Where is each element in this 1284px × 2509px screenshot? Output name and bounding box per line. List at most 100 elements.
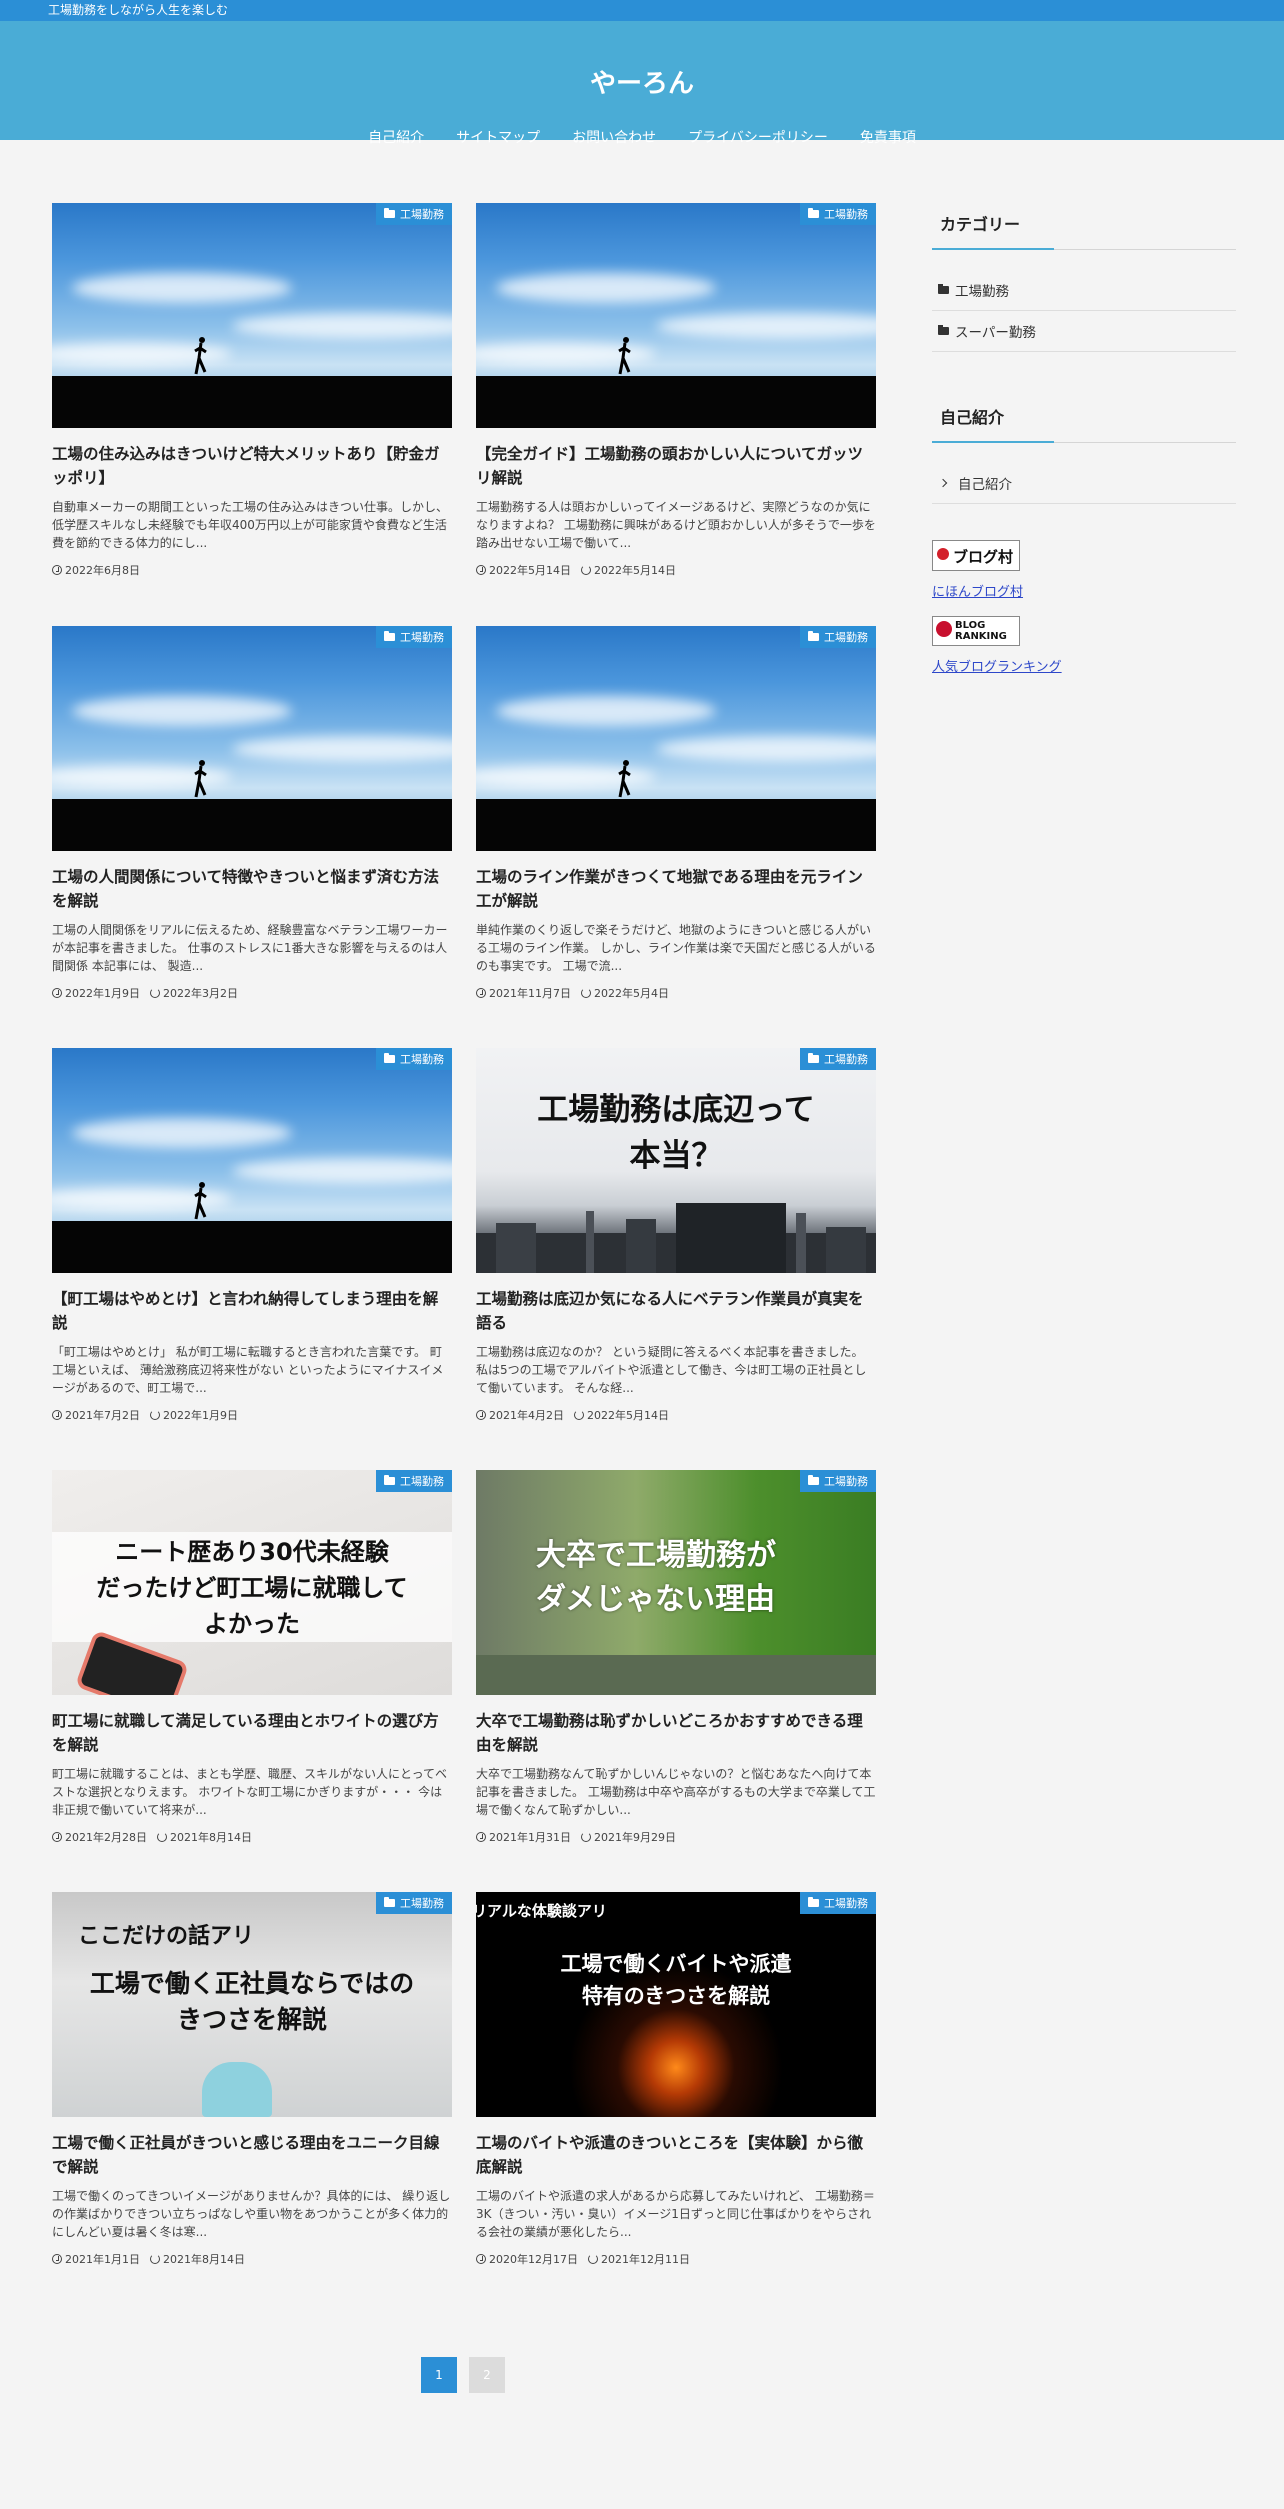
- folder-icon: [384, 1475, 395, 1485]
- category-badge[interactable]: 工場勤務: [800, 626, 876, 648]
- update-icon: [581, 565, 591, 575]
- post-meta: 2021年4月2日 2022年5月14日: [476, 1407, 876, 1423]
- runner-silhouette: [194, 760, 207, 798]
- thumbnail-text: 工場勤務は底辺って: [537, 1092, 815, 1128]
- post-meta: 2021年2月28日 2021年8月14日: [52, 1829, 452, 1845]
- post-title[interactable]: 町工場に就職して満足している理由とホワイトの選び方 を解説: [52, 1709, 452, 1757]
- thumbnail-text: 特有のきつさを解説: [581, 1984, 771, 2008]
- post-thumbnail[interactable]: 大卒で工場勤務が ダメじゃない理由 工場勤務: [476, 1470, 876, 1695]
- runner-silhouette: [618, 760, 631, 798]
- blog-ranking-link[interactable]: 人気ブログランキング: [932, 656, 1236, 675]
- chevron-right-icon: [938, 478, 948, 488]
- post-title[interactable]: 【完全ガイド】工場勤務の頭おかしい人についてガッツ リ解説: [476, 442, 876, 490]
- category-badge[interactable]: 工場勤務: [376, 626, 452, 648]
- runner-silhouette: [194, 1182, 207, 1220]
- post-excerpt: 工場勤務する人は頭おかしいってイメージあるけど、実際どうなのか気になりますよね？…: [476, 500, 876, 550]
- post-title[interactable]: 工場の住み込みはきついけど特大メリットあり【貯金ガ ッポリ】: [52, 442, 452, 490]
- blog-ranking-banner[interactable]: BLOG RANKING: [932, 616, 1020, 646]
- folder-icon: [384, 1053, 395, 1063]
- update-icon: [588, 2254, 598, 2264]
- post-thumbnail[interactable]: ここだけの話アリ 工場で働く正社員ならではの きつさを解説 工場勤務: [52, 1892, 452, 2117]
- update-icon: [574, 1410, 584, 1420]
- post-thumbnail[interactable]: 工場勤務: [52, 203, 452, 428]
- clock-icon: [52, 1832, 62, 1842]
- post-card[interactable]: 工場勤務 工場の人間関係について特徴やきついと悩まず済む方法 を解説 工場の人間関…: [52, 626, 452, 1001]
- post-meta: 2022年5月14日 2022年5月14日: [476, 562, 876, 578]
- page-1-button[interactable]: 1: [421, 2357, 457, 2393]
- widget-blog-banners: ブログ村 にほんブログ村 BLOG RANKING 人気ブログランキング: [932, 540, 1236, 675]
- post-card[interactable]: 工場勤務 【町工場はやめとけ】と言われ納得してしまう理由を解説 「町工場はやめと…: [52, 1048, 452, 1423]
- tagline: 工場勤務をしながら人生を楽しむ: [48, 3, 229, 17]
- category-badge[interactable]: 工場勤務: [376, 1048, 452, 1070]
- blogmura-banner[interactable]: ブログ村: [932, 540, 1020, 571]
- about-link[interactable]: 自己紹介: [932, 463, 1236, 504]
- post-thumbnail[interactable]: 工場勤務: [476, 203, 876, 428]
- post-excerpt: 工場勤務は底辺なのか？ という疑問に答えるべく本記事を書きました。 私は5つの工…: [476, 1345, 867, 1395]
- site-title[interactable]: やーろん: [0, 63, 1284, 100]
- post-excerpt: 大卒で工場勤務なんて恥ずかしいんじゃないの？と悩むあなたへ向けて本記事を書きまし…: [476, 1767, 876, 1817]
- blogmura-link[interactable]: にほんブログ村: [932, 581, 1236, 600]
- post-meta: 2021年1月1日 2021年8月14日: [52, 2251, 452, 2267]
- post-excerpt: 「町工場はやめとけ」 私が町工場に転職するとき言われた言葉です。 町工場といえば…: [52, 1345, 444, 1395]
- post-excerpt: 工場のバイトや派遣の求人があるから応募してみたいけれど、 工場勤務＝3K（きつい…: [476, 2189, 875, 2239]
- post-card[interactable]: 工場勤務は底辺って 本当？ 工場勤務 工場勤務は底辺か気になる人にベテラン作業員…: [476, 1048, 876, 1423]
- post-card[interactable]: 工場勤務 工場のライン作業がきつくて地獄である理由を元ライン 工が解説 単純作業の…: [476, 626, 876, 1001]
- folder-icon: [808, 1475, 819, 1485]
- post-card[interactable]: ここだけの話アリ 工場で働く正社員ならではの きつさを解説 工場勤務 工場で働く…: [52, 1892, 452, 2267]
- post-meta: 2022年1月9日 2022年3月2日: [52, 985, 452, 1001]
- update-icon: [150, 2254, 160, 2264]
- nav-disclaimer[interactable]: 免責事項: [844, 127, 932, 147]
- post-card[interactable]: ニート歴あり30代未経験 だったけど町工場に就職して よかった 工場勤務 町工場…: [52, 1470, 452, 1845]
- update-icon: [150, 1410, 160, 1420]
- category-badge[interactable]: 工場勤務: [376, 1470, 452, 1492]
- category-item-factory[interactable]: 工場勤務: [932, 270, 1236, 311]
- post-card[interactable]: 大卒で工場勤務が ダメじゃない理由 工場勤務 大卒で工場勤務は恥ずかしいどころか…: [476, 1470, 876, 1845]
- post-meta: 2021年7月2日 2022年1月9日: [52, 1407, 452, 1423]
- thumbnail-text: だったけど町工場に就職して: [96, 1574, 408, 1602]
- category-badge[interactable]: 工場勤務: [800, 1892, 876, 1914]
- post-thumbnail[interactable]: リアルな体験談アリ 工場で働くバイトや派遣 特有のきつさを解説 工場勤務: [476, 1892, 876, 2117]
- clock-icon: [476, 1832, 486, 1842]
- clock-icon: [476, 2254, 486, 2264]
- thumbnail-text: ダメじゃない理由: [536, 1582, 776, 1617]
- post-title[interactable]: 工場のライン作業がきつくて地獄である理由を元ライン 工が解説: [476, 865, 876, 913]
- post-meta: 2022年6月8日: [52, 562, 452, 578]
- category-badge[interactable]: 工場勤務: [800, 1048, 876, 1070]
- post-title[interactable]: 工場の人間関係について特徴やきついと悩まず済む方法 を解説: [52, 865, 452, 913]
- clock-icon: [52, 565, 62, 575]
- post-title[interactable]: 工場で働く正社員がきついと感じる理由をユニーク目線 で解説: [52, 2131, 452, 2179]
- thumbnail-text: 工場で働く正社員ならではの: [89, 1969, 415, 1998]
- category-badge[interactable]: 工場勤務: [376, 1892, 452, 1914]
- post-title[interactable]: 大卒で工場勤務は恥ずかしいどころかおすすめできる理 由を解説: [476, 1709, 876, 1757]
- post-card[interactable]: 工場勤務 工場の住み込みはきついけど特大メリットあり【貯金ガ ッポリ】 自動車メー…: [52, 203, 452, 578]
- category-badge[interactable]: 工場勤務: [376, 203, 452, 225]
- post-meta: 2020年12月17日 2021年12月11日: [476, 2251, 876, 2267]
- post-thumbnail[interactable]: 工場勤務: [476, 626, 876, 851]
- post-thumbnail[interactable]: 工場勤務は底辺って 本当？ 工場勤務: [476, 1048, 876, 1273]
- post-title[interactable]: 工場のバイトや派遣のきついところを【実体験】から徹 底解説: [476, 2131, 876, 2179]
- global-nav: 自己紹介 サイトマップ お問い合わせ プライバシーポリシー 免責事項: [0, 127, 1284, 147]
- clock-icon: [52, 1410, 62, 1420]
- post-title[interactable]: 【町工場はやめとけ】と言われ納得してしまう理由を解説: [52, 1287, 452, 1335]
- runner-silhouette: [194, 337, 207, 375]
- post-card[interactable]: リアルな体験談アリ 工場で働くバイトや派遣 特有のきつさを解説 工場勤務 工場の…: [476, 1892, 876, 2267]
- post-thumbnail[interactable]: 工場勤務: [52, 1048, 452, 1273]
- nav-contact[interactable]: お問い合わせ: [556, 127, 672, 147]
- nav-privacy[interactable]: プライバシーポリシー: [672, 127, 844, 147]
- post-title[interactable]: 工場勤務は底辺か気になる人にベテラン作業員が真実を 語る: [476, 1287, 876, 1335]
- category-badge[interactable]: 工場勤務: [800, 1470, 876, 1492]
- thumbnail-text: ここだけの話アリ: [78, 1924, 255, 1949]
- post-thumbnail[interactable]: 工場勤務: [52, 626, 452, 851]
- post-excerpt: 工場で働くのってきついイメージがありませんか？具体的には、 繰り返しの作業ばかり…: [52, 2189, 451, 2239]
- nav-sitemap[interactable]: サイトマップ: [440, 127, 556, 147]
- thumbnail-text: 大卒で工場勤務が: [536, 1538, 776, 1573]
- clock-icon: [52, 988, 62, 998]
- nav-about[interactable]: 自己紹介: [352, 127, 440, 147]
- post-thumbnail[interactable]: ニート歴あり30代未経験 だったけど町工場に就職して よかった 工場勤務: [52, 1470, 452, 1695]
- post-card[interactable]: 工場勤務 【完全ガイド】工場勤務の頭おかしい人についてガッツ リ解説 工場勤務する…: [476, 203, 876, 578]
- category-item-supermarket[interactable]: スーパー勤務: [932, 311, 1236, 352]
- clock-icon: [52, 2254, 62, 2264]
- category-badge[interactable]: 工場勤務: [800, 203, 876, 225]
- page-2-button[interactable]: 2: [469, 2357, 505, 2393]
- update-icon: [150, 988, 160, 998]
